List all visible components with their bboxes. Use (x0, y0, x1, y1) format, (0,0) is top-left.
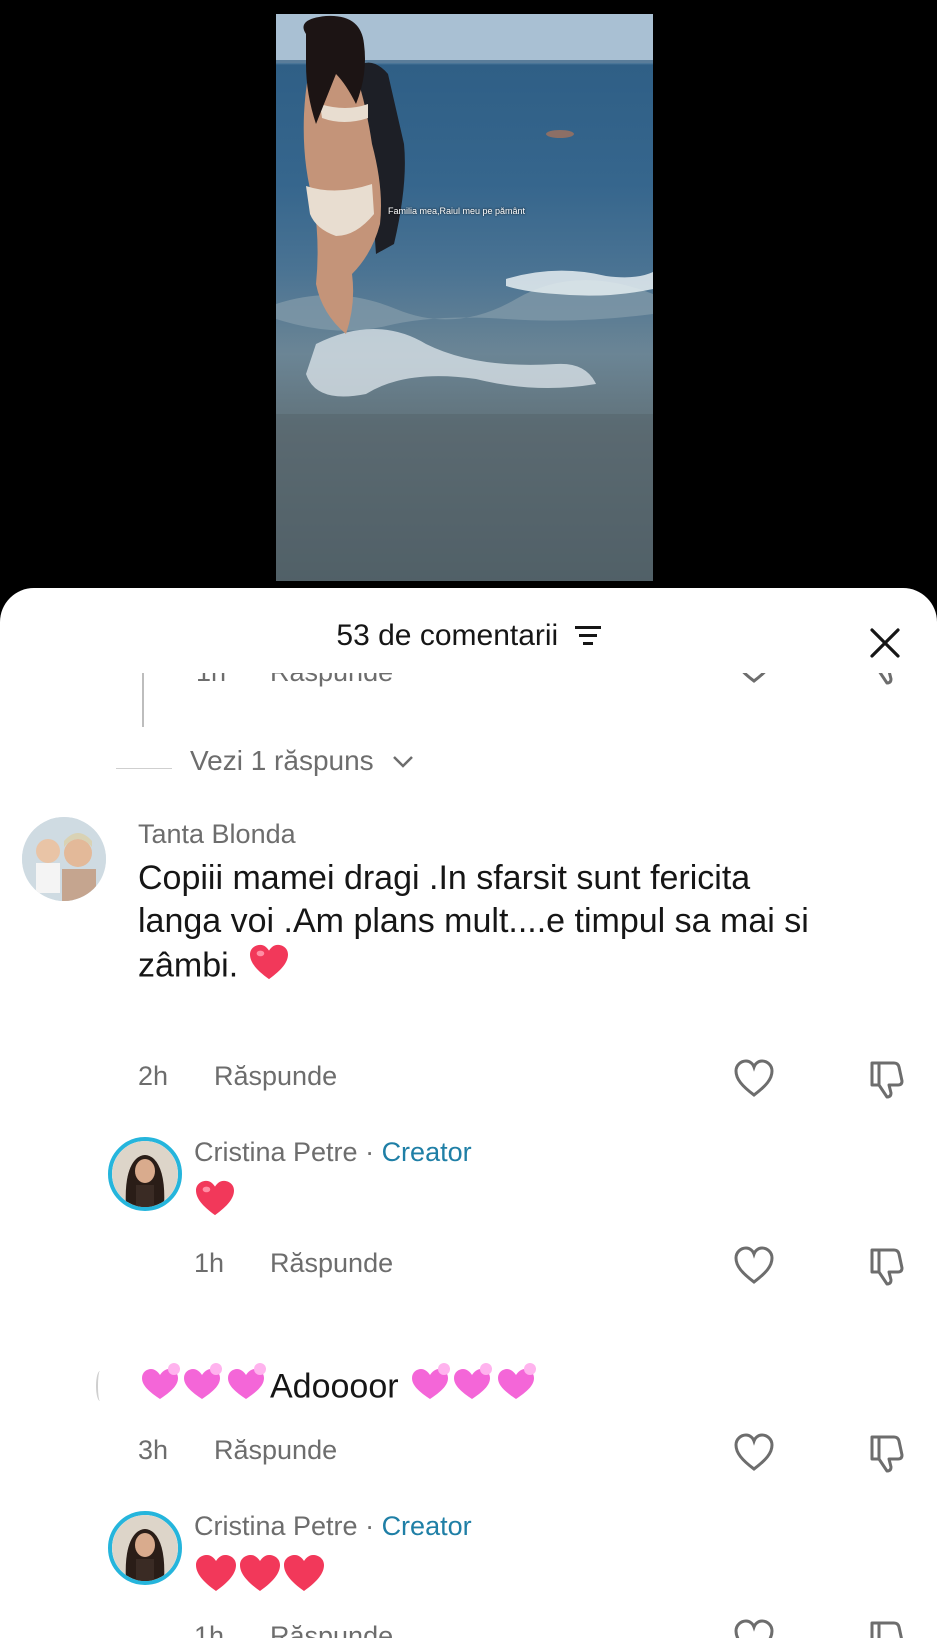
thumbs-down-icon[interactable] (864, 1431, 908, 1475)
creator-badge: Creator (381, 1511, 472, 1541)
reply-button[interactable]: Răspunde (270, 1248, 393, 1279)
creator-avatar[interactable] (108, 1511, 182, 1585)
comment-text-line: Copiii mamei dragi .In sfarsit sunt feri… (138, 859, 751, 897)
partial-reply: 1h Răspunde (0, 673, 937, 733)
thumbs-down-icon[interactable] (864, 673, 908, 687)
avatar[interactable] (22, 817, 106, 901)
creator-avatar[interactable] (108, 1137, 182, 1211)
comment-text-fragment: zâmbi. (138, 946, 239, 985)
comment-meta: 1h Răspunde (0, 1246, 937, 1288)
heart-outline-icon[interactable] (732, 1431, 776, 1475)
comments-list[interactable]: 1h Răspunde Vezi 1 răspuns (0, 673, 937, 1638)
comments-sheet: 53 de comentarii 1h Răspunde (0, 588, 937, 1638)
thumbs-down-icon[interactable] (864, 1057, 908, 1101)
author-name[interactable]: Cristina Petre (194, 1511, 358, 1541)
comment-time: 1h (196, 673, 226, 688)
reply-item: Cristina Petre · Creator (0, 1135, 937, 1315)
close-icon[interactable] (866, 624, 904, 662)
divider (116, 768, 172, 769)
video-frame[interactable]: Familia mea,Raiul meu pe pământ (276, 14, 653, 581)
author-name[interactable]: Cristina Petre (194, 1137, 358, 1167)
thumbs-down-icon[interactable] (864, 1244, 908, 1288)
comment-text: Adoooor (138, 1363, 540, 1414)
comment-text (194, 1179, 236, 1228)
comment-time: 1h (194, 1621, 225, 1638)
revolving-hearts-emoji (138, 1363, 270, 1414)
chevron-down-icon[interactable] (392, 755, 414, 774)
heart-outline-icon[interactable] (732, 673, 776, 687)
comment-time: 2h (138, 1061, 169, 1091)
thumbs-down-icon[interactable] (864, 1617, 908, 1638)
comment-meta: 1h Răspunde (0, 1619, 937, 1638)
comment-meta: 1h Răspunde (0, 673, 937, 697)
comment-item: Adoooor (0, 1363, 937, 1443)
reply-button[interactable]: Răspunde (270, 1621, 393, 1638)
comment-text (194, 1553, 326, 1604)
comment-text: Copiii mamei dragi .In sfarsit sunt feri… (138, 857, 809, 992)
separator: · (357, 1137, 382, 1167)
comment-text-line: zâmbi. (138, 943, 809, 992)
comment-author: Cristina Petre · Creator (194, 1137, 472, 1168)
comment-author: Cristina Petre · Creator (194, 1511, 472, 1542)
reply-button[interactable]: Răspunde (214, 1061, 337, 1092)
reply-item: Cristina Petre · Creator (0, 1509, 937, 1629)
filter-icon[interactable] (574, 620, 601, 654)
comment-time: 1h (194, 1248, 225, 1278)
view-replies-toggle[interactable]: Vezi 1 răspuns (0, 745, 937, 785)
heart-outline-icon[interactable] (732, 1244, 776, 1288)
comment-item: Tanta Blonda Copiii mamei dragi .In sfar… (0, 815, 937, 1045)
separator: · (357, 1511, 382, 1541)
red-heart-emoji (194, 1179, 236, 1228)
video-player[interactable]: Familia mea,Raiul meu pe pământ (0, 0, 937, 600)
comment-text-line: langa voi .Am plans mult....e timpul sa … (138, 902, 809, 940)
avatar[interactable] (96, 1371, 104, 1401)
view-replies-label[interactable]: Vezi 1 răspuns (190, 745, 374, 777)
comment-author[interactable]: Tanta Blonda (138, 819, 296, 850)
comment-text-fragment: Adoooor (270, 1367, 399, 1406)
heart-outline-icon[interactable] (732, 1057, 776, 1101)
creator-badge: Creator (381, 1137, 472, 1167)
heart-outline-icon[interactable] (732, 1617, 776, 1638)
red-heart-emoji (248, 943, 290, 992)
comment-time: 3h (138, 1435, 169, 1465)
comment-meta: 3h Răspunde (0, 1433, 937, 1475)
video-scene-image (276, 14, 653, 581)
comments-count-label: 53 de comentarii (336, 619, 559, 652)
red-heart-emoji (194, 1553, 326, 1604)
reply-button[interactable]: Răspunde (270, 673, 393, 688)
comment-meta: 2h Răspunde (0, 1059, 937, 1101)
revolving-hearts-emoji (408, 1363, 540, 1414)
video-caption: Familia mea,Raiul meu pe pământ (388, 206, 526, 216)
comments-count-title[interactable]: 53 de comentarii (0, 619, 937, 654)
reply-button[interactable]: Răspunde (214, 1435, 337, 1466)
